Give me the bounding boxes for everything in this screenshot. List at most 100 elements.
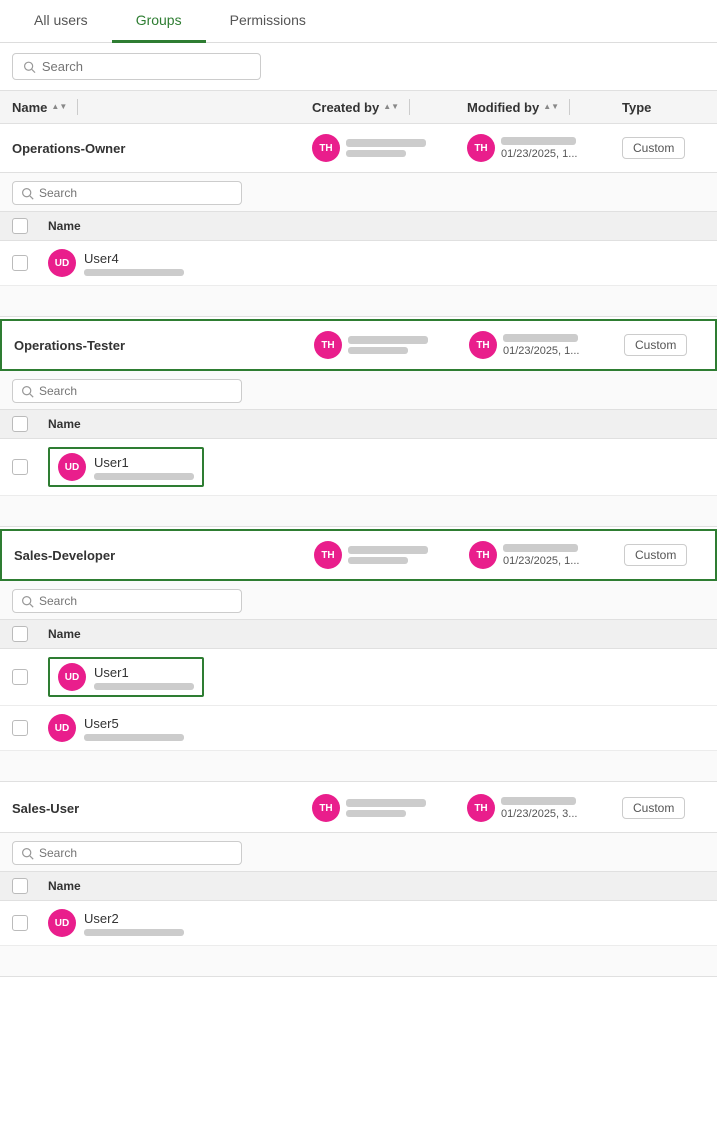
sub-search-wrap-sales-user[interactable] [12, 841, 242, 865]
sub-search-wrap-sales-developer[interactable] [12, 589, 242, 613]
sub-search-bar-operations-tester [0, 371, 717, 409]
group-row-sales-developer[interactable]: Sales-Developer TH TH 01/23/2025, 1... C… [0, 529, 717, 581]
sub-search-input-sales-developer[interactable] [39, 594, 233, 608]
modified-line1 [501, 797, 576, 805]
user-name-user2: User2 [84, 911, 184, 926]
row-checkbox-user2[interactable] [12, 915, 28, 931]
created-line2 [348, 557, 408, 564]
user-name-block-user5: User5 [84, 716, 184, 741]
select-all-checkbox-sales-developer[interactable] [12, 626, 28, 642]
tab-bar: All users Groups Permissions [0, 0, 717, 43]
created-line1 [346, 139, 426, 147]
user-avatar-user1b: UD [58, 663, 86, 691]
user-name-user4: User4 [84, 251, 184, 266]
modified-text-operations-owner: 01/23/2025, 1... [501, 137, 591, 160]
type-badge-sales-user[interactable]: Custom [622, 797, 685, 819]
col-header-name: Name ▲▼ [12, 99, 312, 115]
user-cell-user4: UD User4 [48, 249, 184, 277]
sub-spacer-sales-developer [0, 751, 717, 781]
col-separator [77, 99, 78, 115]
user-name-user1b: User1 [94, 665, 194, 680]
group-container-operations-tester: Operations-Tester TH TH 01/23/2025, 1...… [0, 319, 717, 527]
select-all-checkbox-sales-user[interactable] [12, 878, 28, 894]
sub-spacer-operations-tester [0, 496, 717, 526]
row-checkbox-user4[interactable] [12, 255, 28, 271]
created-line2 [348, 347, 408, 354]
avatar-modified-sales-developer: TH [469, 541, 497, 569]
group-row-operations-owner[interactable]: Operations-Owner TH TH 01/23/2025, 1... … [0, 124, 717, 173]
type-badge-operations-tester[interactable]: Custom [624, 334, 687, 356]
search-bar [0, 43, 717, 90]
sub-check-header-sales-user [12, 878, 48, 894]
sub-search-wrap-operations-tester[interactable] [12, 379, 242, 403]
tab-all-users[interactable]: All users [10, 0, 112, 43]
row-checkbox-user1b[interactable] [12, 669, 28, 685]
group-name-operations-owner: Operations-Owner [12, 141, 312, 156]
user-email-line-user4 [84, 269, 184, 276]
user-name-block-user1b: User1 [94, 665, 194, 690]
created-text-sales-user [346, 799, 426, 817]
user-email-line-user5 [84, 734, 184, 741]
sub-check-header-sales-developer [12, 626, 48, 642]
sub-row-user4: UD User4 [0, 241, 717, 286]
modified-text-sales-user: 01/23/2025, 3... [501, 797, 591, 820]
row-checkbox-user1a[interactable] [12, 459, 28, 475]
modified-date-operations-owner: 01/23/2025, 1... [501, 148, 591, 160]
created-by-cell-operations-tester: TH [314, 331, 469, 359]
avatar-created-sales-developer: TH [314, 541, 342, 569]
row-checkbox-user5[interactable] [12, 720, 28, 736]
search-input[interactable] [42, 59, 250, 74]
tab-permissions[interactable]: Permissions [206, 0, 330, 43]
modified-line1 [503, 334, 578, 342]
modified-by-cell-sales-developer: TH 01/23/2025, 1... [469, 541, 624, 569]
sort-arrows-modified[interactable]: ▲▼ [543, 103, 559, 111]
sub-row-user5: UD User5 [0, 706, 717, 751]
col-header-created: Created by ▲▼ [312, 99, 467, 115]
modified-line1 [501, 137, 576, 145]
sub-table-header-operations-owner: Name [0, 211, 717, 241]
group-container-operations-owner: Operations-Owner TH TH 01/23/2025, 1... … [0, 124, 717, 317]
user-cell-wrap-user1a[interactable]: UD User1 [48, 447, 204, 487]
user-cell-user2: UD User2 [48, 909, 184, 937]
group-row-operations-tester[interactable]: Operations-Tester TH TH 01/23/2025, 1...… [0, 319, 717, 371]
user-name-user5: User5 [84, 716, 184, 731]
sub-table-sales-user: Name UD User2 [0, 833, 717, 977]
group-name-operations-tester: Operations-Tester [14, 338, 314, 353]
sub-check-header-operations-owner [12, 218, 48, 234]
sub-search-input-operations-tester[interactable] [39, 384, 233, 398]
group-row-sales-user[interactable]: Sales-User TH TH 01/23/2025, 3... Custom [0, 784, 717, 833]
sub-spacer-sales-user [0, 946, 717, 976]
search-input-wrap[interactable] [12, 53, 261, 80]
type-cell-sales-developer: Custom [624, 544, 703, 566]
col-separator-3 [569, 99, 570, 115]
sub-search-wrap-operations-owner[interactable] [12, 181, 242, 205]
sub-search-icon-sales-developer [21, 595, 34, 608]
modified-by-cell-operations-tester: TH 01/23/2025, 1... [469, 331, 624, 359]
created-line1 [348, 546, 428, 554]
sub-search-input-sales-user[interactable] [39, 846, 233, 860]
modified-by-cell-operations-owner: TH 01/23/2025, 1... [467, 134, 622, 162]
type-cell-operations-owner: Custom [622, 137, 705, 159]
sub-table-operations-owner: Name UD User4 [0, 173, 717, 317]
type-cell-operations-tester: Custom [624, 334, 703, 356]
select-all-checkbox-operations-owner[interactable] [12, 218, 28, 234]
modified-date-sales-developer: 01/23/2025, 1... [503, 555, 593, 567]
type-badge-operations-owner[interactable]: Custom [622, 137, 685, 159]
user-cell-wrap-user1b[interactable]: UD User1 [48, 657, 204, 697]
created-text-operations-owner [346, 139, 426, 157]
created-text-operations-tester [348, 336, 428, 354]
user-avatar-user5: UD [48, 714, 76, 742]
sub-search-input-operations-owner[interactable] [39, 186, 233, 200]
modified-text-operations-tester: 01/23/2025, 1... [503, 334, 593, 357]
col-separator-2 [409, 99, 410, 115]
sort-arrows-name[interactable]: ▲▼ [51, 103, 67, 111]
select-all-checkbox-operations-tester[interactable] [12, 416, 28, 432]
user-name-block-user1a: User1 [94, 455, 194, 480]
sub-name-header-sales-developer: Name [48, 627, 81, 641]
type-badge-sales-developer[interactable]: Custom [624, 544, 687, 566]
modified-text-sales-developer: 01/23/2025, 1... [503, 544, 593, 567]
avatar-created-sales-user: TH [312, 794, 340, 822]
created-by-cell-operations-owner: TH [312, 134, 467, 162]
sort-arrows-created[interactable]: ▲▼ [383, 103, 399, 111]
tab-groups[interactable]: Groups [112, 0, 206, 43]
